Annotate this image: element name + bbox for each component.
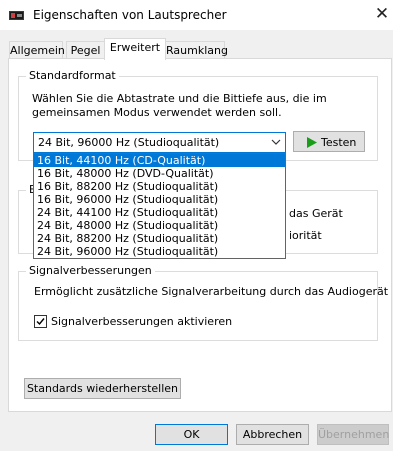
chevron-down-icon bbox=[271, 139, 281, 145]
test-button[interactable]: Testen bbox=[293, 131, 365, 152]
format-option[interactable]: 24 Bit, 96000 Hz (Studioqualität) bbox=[34, 245, 285, 258]
format-option[interactable]: 16 Bit, 88200 Hz (Studioqualität) bbox=[34, 180, 285, 193]
close-button[interactable]: ✕ bbox=[372, 4, 392, 24]
signal-enhancements-checkbox[interactable] bbox=[34, 315, 47, 328]
apply-button[interactable]: Übernehmen bbox=[317, 424, 389, 445]
format-option[interactable]: 24 Bit, 88200 Hz (Studioqualität) bbox=[34, 232, 285, 245]
signal-enhancements-description: Ermöglicht zusätzliche Signalverarbeitun… bbox=[34, 285, 389, 298]
signal-enhancements-group bbox=[18, 271, 378, 341]
standard-format-description-line1: Wählen Sie die Abtastrate und die Bittie… bbox=[32, 92, 327, 105]
exclusive-mode-line2: iorität bbox=[289, 229, 322, 242]
exclusive-mode-line1: das Gerät bbox=[289, 207, 343, 220]
format-option[interactable]: 16 Bit, 96000 Hz (Studioqualität) bbox=[34, 193, 285, 206]
format-option[interactable]: 16 Bit, 48000 Hz (DVD-Qualität) bbox=[34, 167, 285, 180]
signal-enhancements-checkbox-label[interactable]: Signalverbesserungen aktivieren bbox=[51, 315, 232, 328]
format-combobox-value: 24 Bit, 96000 Hz (Studioqualität) bbox=[38, 136, 220, 149]
standard-format-description-line2: gemeinsamen Modus verwendet werden soll. bbox=[32, 106, 282, 119]
title-bar: Eigenschaften von Lautsprecher ✕ bbox=[0, 0, 393, 30]
restore-defaults-button[interactable]: Standards wiederherstellen bbox=[24, 378, 181, 399]
format-option[interactable]: 24 Bit, 44100 Hz (Studioqualität) bbox=[34, 206, 285, 219]
format-dropdown-list[interactable]: 16 Bit, 44100 Hz (CD-Qualität) 16 Bit, 4… bbox=[33, 153, 286, 259]
tab-erweitert[interactable]: Erweitert bbox=[104, 38, 166, 60]
format-combobox[interactable]: 24 Bit, 96000 Hz (Studioqualität) bbox=[33, 132, 286, 153]
play-icon bbox=[307, 137, 317, 148]
speaker-icon bbox=[9, 11, 24, 20]
signal-enhancements-title: Signalverbesserungen bbox=[26, 264, 155, 277]
window-title: Eigenschaften von Lautsprecher bbox=[33, 8, 227, 22]
checkmark-icon bbox=[36, 318, 45, 326]
test-button-label: Testen bbox=[321, 136, 357, 149]
standard-format-title: Standardformat bbox=[26, 69, 119, 82]
format-option[interactable]: 16 Bit, 44100 Hz (CD-Qualität) bbox=[34, 154, 285, 167]
ok-button[interactable]: OK bbox=[155, 424, 228, 445]
cancel-button[interactable]: Abbrechen bbox=[236, 424, 309, 445]
format-option[interactable]: 24 Bit, 48000 Hz (Studioqualität) bbox=[34, 219, 285, 232]
